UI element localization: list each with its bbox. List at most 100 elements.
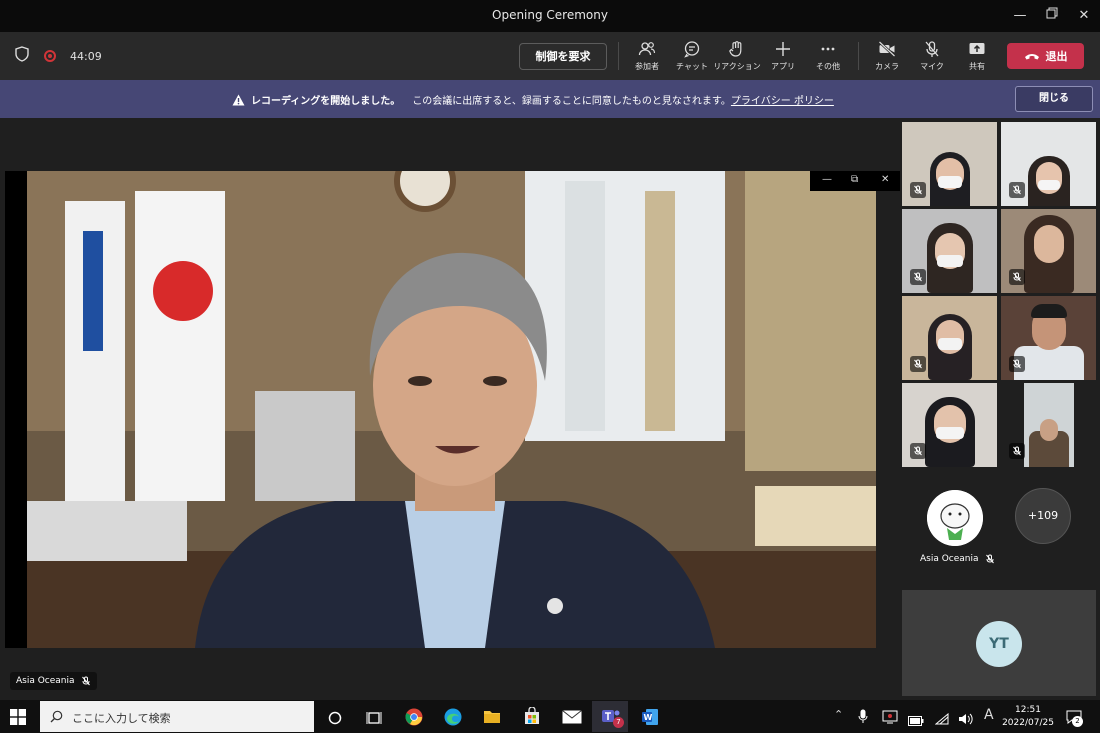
edge-icon[interactable] — [444, 708, 462, 730]
banner-text: この会議に出席すると、録画することに同意したものと見なされます。 — [412, 96, 731, 107]
teams-taskbar-button[interactable]: 7 — [592, 701, 628, 732]
chat-label: チャット — [676, 62, 708, 71]
avatar[interactable] — [927, 490, 983, 546]
mic-off-icon — [1009, 269, 1025, 285]
apps-button[interactable]: アプリ — [759, 38, 807, 76]
meeting-toolbar: 44:09 制御を要求 参加者 チャット リアクション アプリ その他 カメラ … — [0, 32, 1100, 80]
mic-off-icon — [910, 443, 926, 459]
phone-hangup-icon — [1024, 54, 1039, 60]
recording-icon — [44, 50, 56, 62]
mic-off-icon — [1009, 443, 1025, 459]
video-restore-icon[interactable]: ⧉ — [851, 174, 858, 185]
restore-icon[interactable] — [1042, 6, 1062, 26]
svg-text:W: W — [644, 713, 653, 722]
reaction-icon — [729, 41, 742, 57]
tray-chevron-up-icon[interactable]: ⌃ — [834, 708, 843, 721]
video-close-icon[interactable]: ✕ — [881, 174, 889, 185]
participant-tile[interactable]: YT — [902, 590, 1096, 696]
participant-tile[interactable] — [1001, 122, 1096, 206]
banner-message: レコーディングを開始しました。 この会議に出席すると、録画することに同意したもの… — [232, 92, 834, 107]
share-label: 共有 — [969, 62, 985, 71]
overflow-participants: Asia Oceania +109 — [902, 470, 1098, 580]
battery-icon[interactable] — [908, 711, 924, 730]
main-stage: — ⧉ ✕ Asia Oceania — [0, 118, 900, 698]
notification-count-badge: 2 — [1072, 716, 1083, 727]
clock-time: 12:51 — [1015, 705, 1041, 715]
system-clock[interactable]: 12:51 2022/07/25 — [1000, 704, 1056, 730]
participant-tile[interactable] — [1001, 209, 1096, 293]
chrome-icon[interactable] — [405, 708, 423, 730]
ime-indicator[interactable]: A — [984, 707, 994, 723]
mic-off-icon — [925, 41, 939, 57]
more-label: その他 — [816, 62, 840, 71]
reaction-button[interactable]: リアクション — [713, 38, 761, 76]
word-icon[interactable]: W — [641, 708, 659, 730]
file-explorer-icon[interactable] — [483, 708, 501, 728]
camera-button[interactable]: カメラ — [863, 38, 911, 76]
more-icon — [821, 47, 835, 51]
initials-avatar: YT — [976, 621, 1022, 667]
more-button[interactable]: その他 — [804, 38, 852, 76]
video-window-controls: — ⧉ ✕ — [810, 171, 900, 191]
banner-bold-text: レコーディングを開始しました。 — [251, 96, 401, 107]
meeting-timer: 44:09 — [70, 49, 102, 63]
participant-tile[interactable] — [902, 122, 997, 206]
video-minimize-icon[interactable]: — — [822, 174, 832, 185]
leave-label: 退出 — [1045, 50, 1068, 63]
recording-banner: レコーディングを開始しました。 この会議に出席すると、録画することに同意したもの… — [0, 80, 1100, 118]
mic-off-icon — [985, 554, 994, 564]
plus-icon — [776, 42, 790, 56]
apps-label: アプリ — [771, 62, 795, 71]
participant-tile[interactable] — [902, 296, 997, 380]
share-button[interactable]: 共有 — [953, 38, 1001, 76]
mic-off-icon — [910, 182, 926, 198]
minimize-icon[interactable]: — — [1010, 6, 1030, 26]
participant-tile[interactable] — [902, 383, 997, 467]
mic-label: マイク — [920, 62, 944, 71]
camera-off-icon — [878, 41, 896, 57]
banner-close-button[interactable]: 閉じる — [1015, 86, 1093, 112]
screen-share-tray-icon[interactable] — [882, 709, 898, 728]
more-participants-button[interactable]: +109 — [1015, 488, 1071, 544]
speaker-name-tag: Asia Oceania — [10, 672, 97, 690]
reaction-label: リアクション — [713, 62, 761, 71]
mic-off-icon — [910, 269, 926, 285]
leave-button[interactable]: 退出 — [1007, 43, 1084, 69]
speaker-name: Asia Oceania — [16, 676, 75, 686]
avatar-name: Asia Oceania — [920, 554, 979, 564]
mic-off-icon — [1009, 182, 1025, 198]
task-view-icon[interactable] — [366, 710, 382, 729]
notification-center-icon[interactable]: 2 — [1066, 709, 1083, 728]
mic-off-icon — [1009, 356, 1025, 372]
mail-icon[interactable] — [562, 709, 582, 728]
participant-tile[interactable] — [1001, 383, 1096, 467]
search-icon — [50, 710, 63, 723]
taskbar: ここに入力して検索 7 W ⌃ A 12:51 2022/07/25 2 — [0, 700, 1100, 733]
taskbar-search-box[interactable]: ここに入力して検索 — [40, 701, 314, 732]
toolbar-divider — [618, 42, 619, 70]
request-control-button[interactable]: 制御を要求 — [519, 43, 607, 70]
title-bar: Opening Ceremony — ✕ — [0, 0, 1100, 32]
microphone-tray-icon[interactable] — [858, 709, 868, 728]
mic-off-icon — [910, 356, 926, 372]
close-icon[interactable]: ✕ — [1074, 6, 1094, 26]
teams-notification-badge: 7 — [613, 717, 624, 728]
chat-button[interactable]: チャット — [668, 38, 716, 76]
search-placeholder: ここに入力して検索 — [72, 712, 171, 725]
toolbar-divider — [858, 42, 859, 70]
wifi-icon[interactable] — [934, 710, 949, 729]
cortana-icon[interactable] — [328, 710, 342, 729]
shield-icon[interactable] — [14, 46, 30, 66]
windows-start-icon[interactable] — [10, 709, 26, 729]
camera-label: カメラ — [875, 62, 899, 71]
mic-button[interactable]: マイク — [908, 38, 956, 76]
avatar-label: Asia Oceania — [920, 554, 995, 564]
privacy-policy-link[interactable]: プライバシー ポリシー — [731, 92, 834, 107]
volume-icon[interactable] — [958, 710, 974, 729]
participant-tile[interactable] — [902, 209, 997, 293]
chat-icon — [684, 41, 700, 58]
participants-button[interactable]: 参加者 — [623, 38, 671, 76]
store-icon[interactable] — [523, 706, 541, 729]
warning-icon — [232, 94, 245, 105]
participant-tile[interactable] — [1001, 296, 1096, 380]
